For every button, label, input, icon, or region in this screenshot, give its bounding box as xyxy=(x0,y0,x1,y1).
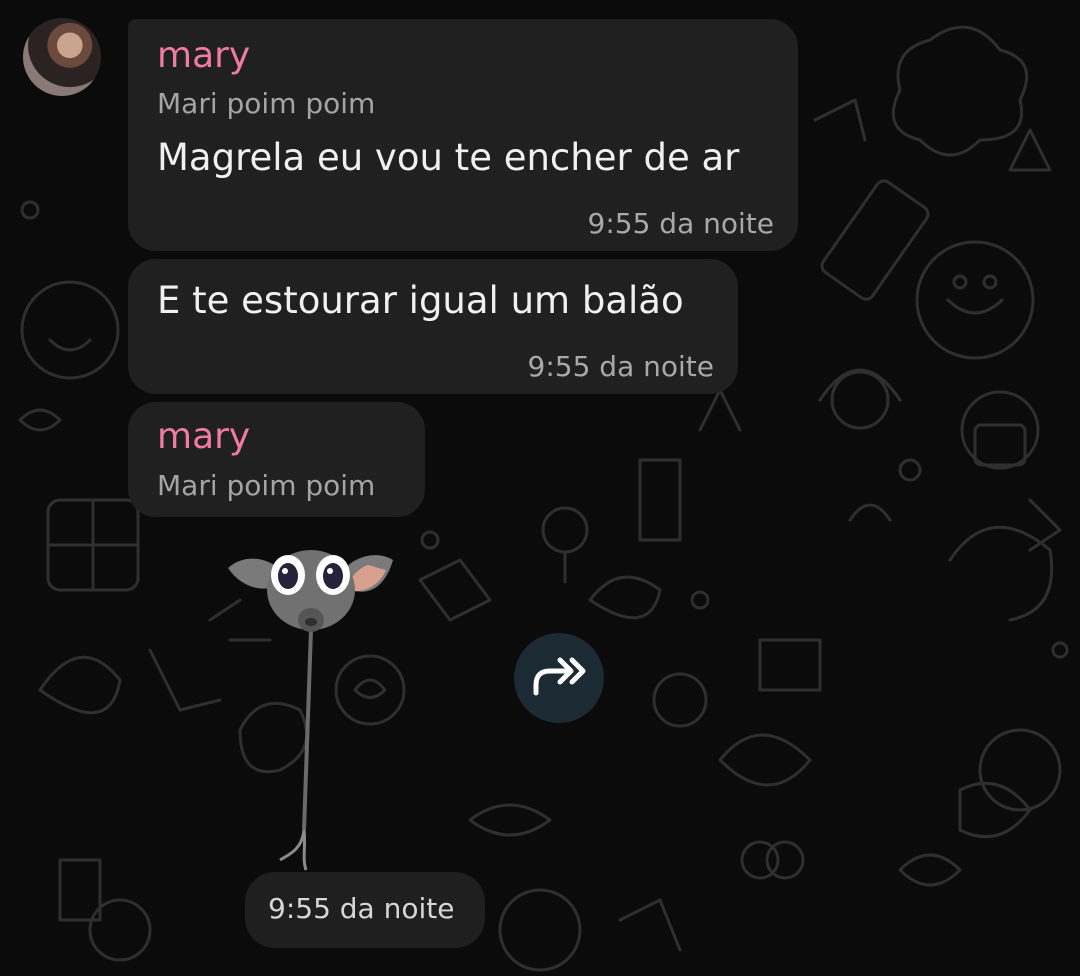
sticker-timestamp-pill: 9:55 da noite xyxy=(245,872,485,948)
message-timestamp: 9:55 da noite xyxy=(268,892,455,925)
sender-name[interactable]: mary xyxy=(157,35,250,76)
sender-push-name: Mari poim poim xyxy=(157,469,376,502)
forward-icon xyxy=(533,657,586,696)
balloon-mouse-sticker[interactable] xyxy=(218,540,403,875)
message-bubble[interactable]: mary Mari poim poim Magrela eu vou te en… xyxy=(128,19,798,251)
sticker-sender-bubble[interactable]: mary Mari poim poim xyxy=(128,402,425,517)
message-text: Magrela eu vou te encher de ar xyxy=(157,136,740,179)
message-bubble[interactable]: E te estourar igual um balão 9:55 da noi… xyxy=(128,259,738,394)
sender-name[interactable]: mary xyxy=(157,416,250,457)
message-timestamp: 9:55 da noite xyxy=(587,207,774,240)
message-text: E te estourar igual um balão xyxy=(157,279,684,322)
contact-avatar[interactable] xyxy=(23,18,101,96)
forward-button[interactable] xyxy=(514,633,604,723)
message-timestamp: 9:55 da noite xyxy=(527,350,714,383)
sender-push-name: Mari poim poim xyxy=(157,87,376,120)
